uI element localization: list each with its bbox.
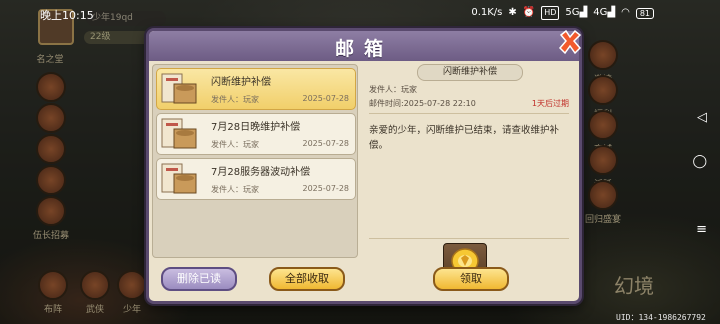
divider [369, 113, 569, 114]
mail-list-item[interactable]: 7月28服务器波动补偿 发件人：玩家 2025-07-28 [156, 158, 356, 200]
detail-title: 闪断维护补偿 [417, 64, 523, 81]
mail-list-item[interactable]: 7月28日晚维护补偿 发件人：玩家 2025-07-28 [156, 113, 356, 155]
status-bar: 晚上10:15 0.1K/s ✱ ⏰ HD 5G▟ 4G▟ ◠ 81 [0, 0, 720, 26]
divider [369, 238, 569, 239]
detail-sender: 发件人：玩家 [369, 85, 417, 94]
detail-body: 亲爱的少年，闪断维护已结束，请查收维护补偿。 [369, 125, 560, 151]
dialog-title: 邮箱 [334, 38, 393, 60]
mail-date: 2025-07-28 [302, 94, 350, 103]
dialog-header: 邮箱 [149, 31, 579, 61]
home-nav-icon[interactable]: ◯ [692, 154, 707, 169]
net-speed: 0.1K/s [471, 7, 503, 18]
mail-date: 2025-07-28 [302, 139, 350, 148]
user-uid: UID：134-1986267792 [616, 313, 706, 322]
wifi-icon: ◠ [621, 7, 630, 18]
back-nav-icon[interactable]: ◁ [697, 110, 707, 125]
letter-package-icon [161, 73, 197, 104]
mail-title: 闪断维护补偿 [211, 77, 271, 88]
battery-icon: 81 [635, 7, 654, 19]
mail-date: 2025-07-28 [302, 184, 350, 193]
mail-list[interactable]: 闪断维护补偿 发件人：玩家 2025-07-28 7月28日晚维护补偿 发件人：… [152, 64, 358, 258]
mail-title: 7月28日晚维护补偿 [211, 122, 301, 133]
detail-time: 邮件时间:2025-07-28 22:10 [369, 99, 476, 108]
recents-nav-icon[interactable]: ≡ [696, 222, 707, 237]
close-icon [558, 29, 582, 55]
mail-title: 7月28服务器波动补偿 [211, 167, 311, 178]
close-button[interactable] [555, 27, 585, 57]
alarm-icon: ⏰ [522, 7, 536, 18]
delete-read-button[interactable]: 删除已读 [161, 267, 237, 291]
detail-expire: 1天后过期 [531, 99, 569, 108]
mail-sender: 发件人：玩家 [211, 95, 259, 104]
letter-package-icon [161, 163, 197, 194]
bluetooth-icon: ✱ [508, 7, 517, 18]
mail-detail: 闪断维护补偿 发件人：玩家 邮件时间:2025-07-28 22:10 1天后过… [363, 62, 573, 294]
mail-list-item[interactable]: 闪断维护补偿 发件人：玩家 2025-07-28 [156, 68, 356, 110]
signal-5g-icon: 5G▟ [565, 7, 588, 18]
claim-button[interactable]: 领取 [433, 267, 509, 291]
letter-package-icon [161, 118, 197, 149]
claim-all-button[interactable]: 全部收取 [269, 267, 345, 291]
mail-sender: 发件人：玩家 [211, 185, 259, 194]
mail-dialog: 邮箱 闪断维护补偿 发件人：玩家 2025-07-28 7月28日晚维护补偿 发… [146, 28, 582, 304]
mail-sender: 发件人：玩家 [211, 140, 259, 149]
hd-icon: HD [541, 6, 560, 20]
signal-4g-icon: 4G▟ [593, 7, 616, 18]
status-time: 晚上10:15 [40, 9, 94, 22]
